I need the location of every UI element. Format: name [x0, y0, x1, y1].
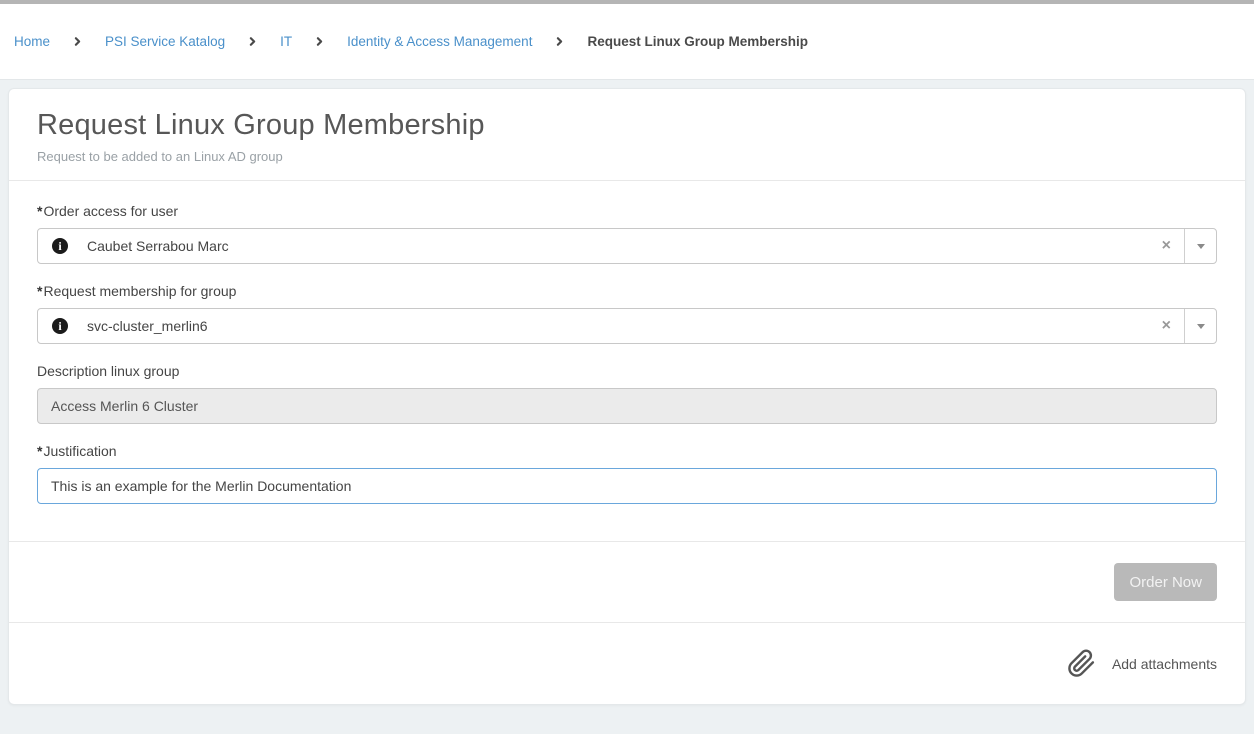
field-group-justification: *Justification [37, 443, 1217, 504]
required-marker: * [37, 443, 42, 459]
field-label: *Order access for user [37, 203, 1217, 219]
breadcrumb-item-identity-access-management[interactable]: Identity & Access Management [347, 34, 532, 49]
breadcrumb-item-current: Request Linux Group Membership [587, 34, 808, 49]
required-marker: * [37, 283, 42, 299]
info-icon: i [52, 318, 68, 334]
add-attachments-button[interactable]: Add attachments [1067, 649, 1217, 678]
field-label: Description linux group [37, 363, 1217, 379]
caret-down-icon [1197, 244, 1205, 249]
breadcrumb-item-psi-service-katalog[interactable]: PSI Service Katalog [105, 34, 225, 49]
clear-icon[interactable]: × [1149, 309, 1184, 343]
dropdown-toggle[interactable] [1184, 309, 1216, 343]
breadcrumb-item-home[interactable]: Home [14, 34, 50, 49]
chevron-right-icon [553, 35, 566, 48]
user-combobox-value: Caubet Serrabou Marc [87, 238, 1149, 254]
field-label-text: Order access for user [43, 203, 178, 219]
field-label-text: Justification [43, 443, 116, 459]
clear-icon[interactable]: × [1149, 229, 1184, 263]
field-label: *Justification [37, 443, 1217, 459]
info-icon: i [52, 238, 68, 254]
breadcrumb: Home PSI Service Katalog IT Identity & A… [0, 4, 1254, 80]
page-subtitle: Request to be added to an Linux AD group [37, 149, 1225, 164]
field-group-request-membership-for-group: *Request membership for group i svc-clus… [37, 283, 1217, 344]
caret-down-icon [1197, 324, 1205, 329]
description-linux-group-field [37, 388, 1217, 424]
field-label: *Request membership for group [37, 283, 1217, 299]
field-label-text: Description linux group [37, 363, 179, 379]
user-combobox[interactable]: i Caubet Serrabou Marc × [37, 228, 1217, 264]
chevron-right-icon [246, 35, 259, 48]
attachments-section: Add attachments [9, 622, 1245, 704]
request-form-card: Request Linux Group Membership Request t… [8, 88, 1246, 705]
card-header: Request Linux Group Membership Request t… [9, 89, 1245, 181]
group-combobox-value: svc-cluster_merlin6 [87, 318, 1149, 334]
order-now-button[interactable]: Order Now [1114, 563, 1217, 601]
group-combobox[interactable]: i svc-cluster_merlin6 × [37, 308, 1217, 344]
dropdown-toggle[interactable] [1184, 229, 1216, 263]
field-label-text: Request membership for group [43, 283, 236, 299]
form-body: *Order access for user i Caubet Serrabou… [9, 181, 1245, 541]
chevron-right-icon [313, 35, 326, 48]
field-group-order-access-for-user: *Order access for user i Caubet Serrabou… [37, 203, 1217, 264]
add-attachments-label: Add attachments [1112, 656, 1217, 672]
justification-input[interactable] [37, 468, 1217, 504]
paperclip-icon [1067, 649, 1096, 678]
chevron-right-icon [71, 35, 84, 48]
order-section: Order Now [9, 541, 1245, 622]
page-title: Request Linux Group Membership [37, 109, 1225, 142]
field-group-description-linux-group: Description linux group [37, 363, 1217, 424]
required-marker: * [37, 203, 42, 219]
breadcrumb-item-it[interactable]: IT [280, 34, 292, 49]
